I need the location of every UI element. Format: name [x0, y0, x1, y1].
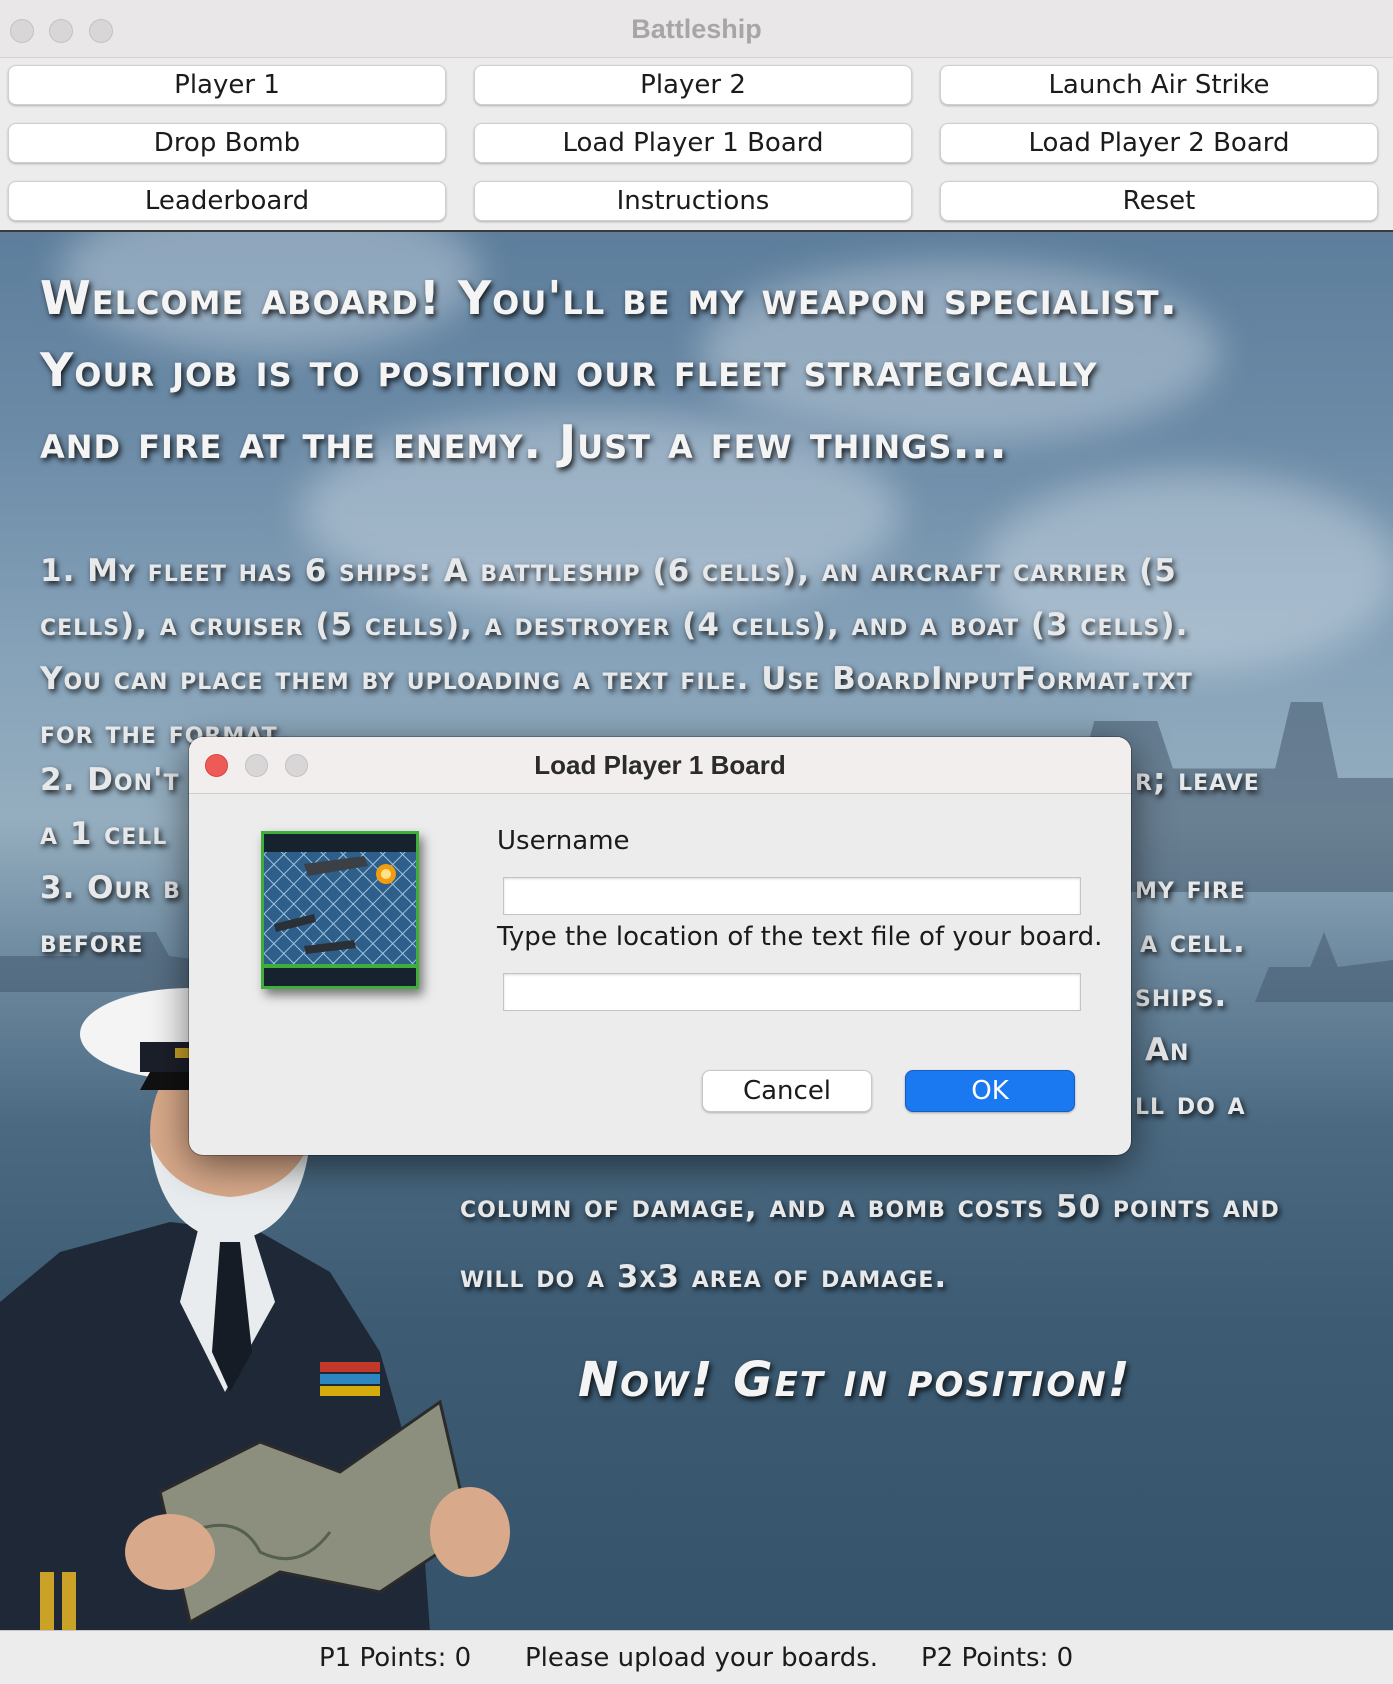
launch-air-strike-button[interactable]: Launch Air Strike [940, 65, 1378, 105]
player-1-button[interactable]: Player 1 [8, 65, 446, 105]
rule-3-line-2: before [40, 924, 144, 960]
battleship-game-icon [261, 831, 419, 989]
window-titlebar: Battleship [0, 0, 1393, 58]
rule-1: 1. My fleet has 6 ships: A battleship (6… [40, 553, 1193, 751]
call-to-action: Now! Get in position! [578, 1352, 1132, 1408]
rule-2-end: r; leave [1135, 762, 1260, 798]
window-title: Battleship [631, 14, 762, 44]
ok-button[interactable]: OK [905, 1070, 1075, 1112]
p2-points: P2 Points: 0 [921, 1643, 1074, 1673]
cancel-button[interactable]: Cancel [702, 1070, 872, 1112]
status-message: Please upload your boards. [525, 1643, 879, 1673]
rule-3-line-2-end: a cell. [1140, 924, 1246, 960]
instructions-intro: Welcome aboard! You'll be my weapon spec… [40, 271, 1179, 469]
rule-3-end: my fire [1135, 870, 1246, 906]
board-file-path-input[interactable] [503, 973, 1081, 1011]
dialog-titlebar: Load Player 1 Board [189, 737, 1131, 794]
instructions-button[interactable]: Instructions [474, 181, 912, 221]
leaderboard-button[interactable]: Leaderboard [8, 181, 446, 221]
toolbar: Player 1 Player 2 Launch Air Strike Drop… [0, 58, 1393, 232]
rules-tail: column of damage, and a bomb costs 50 po… [460, 1189, 1280, 1295]
rule-3-start: 3. Our b [40, 870, 181, 906]
load-player-2-board-button[interactable]: Load Player 2 Board [940, 123, 1378, 163]
instructions-rules: 1. My fleet has 6 ships: A battleship (6… [40, 544, 1240, 760]
patrol-boat-silhouette [1255, 932, 1393, 1002]
player-2-button[interactable]: Player 2 [474, 65, 912, 105]
status-bar: P1 Points: 0 Please upload your boards. … [0, 1630, 1393, 1684]
username-input[interactable] [503, 877, 1081, 915]
rule-3-line-3-end: ships. [1135, 978, 1228, 1014]
drop-bomb-button[interactable]: Drop Bomb [8, 123, 446, 163]
load-player-1-board-button[interactable]: Load Player 1 Board [474, 123, 912, 163]
reset-button[interactable]: Reset [940, 181, 1378, 221]
p1-points: P1 Points: 0 [319, 1643, 472, 1673]
load-board-dialog: Load Player 1 Board Username Type the lo… [189, 737, 1131, 1155]
username-label: Username [497, 826, 630, 856]
rule-2-line-2: a 1 cell [40, 816, 168, 852]
dialog-title: Load Player 1 Board [534, 750, 786, 780]
board-file-label: Type the location of the text file of yo… [497, 922, 1103, 952]
rule-3-line-5-end: ll do a [1135, 1086, 1246, 1122]
rule-3-line-4-end: An [1145, 1032, 1190, 1068]
rule-2-start: 2. Don't [40, 762, 180, 798]
